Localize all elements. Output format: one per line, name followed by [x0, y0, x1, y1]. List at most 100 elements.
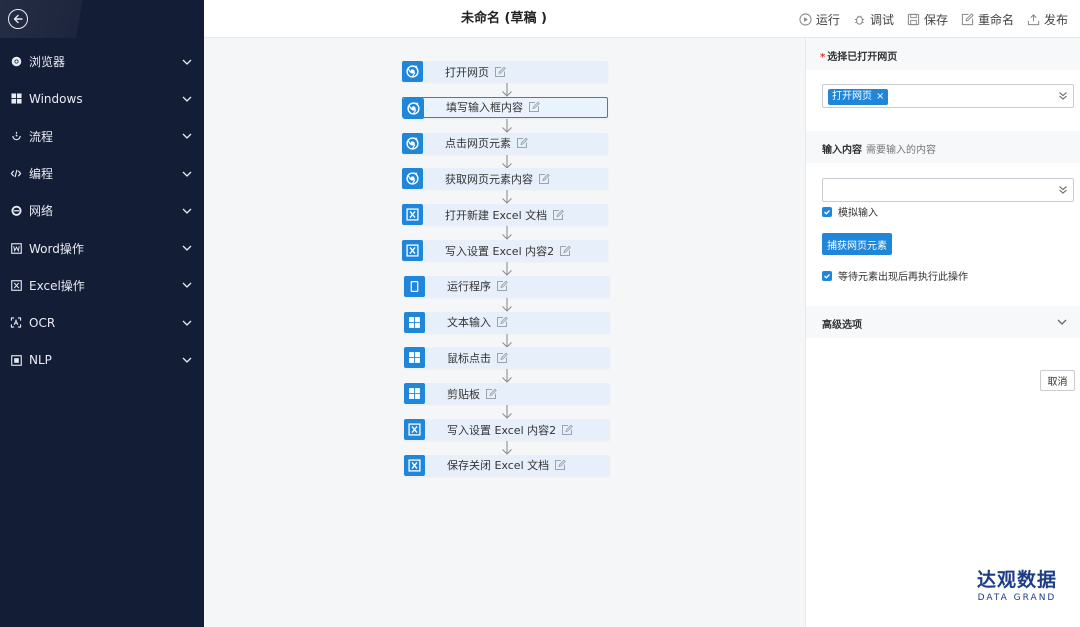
- flow-node[interactable]: 文本输入: [404, 311, 610, 333]
- flow-node[interactable]: 写入设置 Excel 内容2: [402, 240, 608, 261]
- sidebar-item-label: 浏览器: [29, 55, 66, 70]
- chrome-icon: [10, 56, 22, 68]
- flow-node[interactable]: 获取网页元素内容: [402, 168, 608, 190]
- excel-icon: [404, 454, 425, 476]
- sidebar-item-label: 编程: [29, 167, 54, 182]
- simulate-input-label: 模拟输入: [838, 208, 878, 219]
- publish-label: 发布: [1043, 12, 1068, 27]
- chrome-icon: [402, 132, 423, 154]
- edit-node-icon[interactable]: [496, 280, 508, 292]
- edit-node-icon[interactable]: [496, 316, 508, 328]
- ie-icon: [10, 205, 22, 217]
- required-mark: *: [820, 52, 826, 63]
- debug-button[interactable]: 调试: [853, 11, 894, 28]
- check-icon: [824, 209, 830, 215]
- edit-node-icon[interactable]: [538, 173, 550, 185]
- edit-node-icon[interactable]: [528, 101, 540, 113]
- play-icon: [799, 12, 812, 26]
- program-icon: [404, 275, 425, 297]
- windows-icon: [404, 347, 425, 369]
- chevron-down-icon: [182, 357, 192, 363]
- flow-node[interactable]: 鼠标点击: [404, 347, 610, 369]
- double-chevron-down-icon: [1059, 186, 1067, 194]
- input-content-label-text: 输入内容: [822, 145, 862, 156]
- sidebar-item-browser[interactable]: 浏览器: [0, 43, 204, 80]
- rename-button[interactable]: 重命名: [961, 11, 1014, 28]
- flow-node-label: 点击网页元素: [445, 137, 511, 151]
- flow-icon: [10, 130, 22, 142]
- advanced-options-toggle[interactable]: 高级选项: [806, 306, 1080, 338]
- flow-node[interactable]: 保存关闭 Excel 文档: [404, 454, 610, 476]
- edit-node-icon[interactable]: [516, 137, 528, 149]
- edit-node-icon[interactable]: [496, 352, 508, 364]
- sidebar-item-flow[interactable]: 流程: [0, 118, 204, 155]
- flow-node-label: 打开网页: [445, 65, 489, 79]
- wait-element-row: 等待元素出现后再执行此操作: [822, 268, 968, 283]
- tag-close-icon[interactable]: ×: [876, 89, 884, 105]
- properties-panel: * 选择已打开网页 打开网页 × 输入内容 需要输入的内容 模拟输入 捕获网页元素 …: [805, 38, 1080, 627]
- sidebar: 浏览器 Windows 流程 编程 网络 Word操作 Excel操作 OCR …: [0, 0, 204, 627]
- simulate-input-checkbox[interactable]: [822, 206, 832, 217]
- flow-canvas[interactable]: 打开网页填写输入框内容 点击网页元素获取网页元素内容 打开新建 Excel 文档 写入…: [204, 38, 804, 627]
- sidebar-item-code[interactable]: 编程: [0, 155, 204, 192]
- wait-element-checkbox[interactable]: [822, 270, 832, 281]
- sidebar-item-excel[interactable]: Excel操作: [0, 267, 204, 304]
- edit-node-icon[interactable]: [485, 388, 497, 400]
- select-page-label: * 选择已打开网页: [820, 48, 897, 63]
- page-select[interactable]: 打开网页 ×: [822, 84, 1074, 108]
- sidebar-item-network[interactable]: 网络: [0, 192, 204, 229]
- selected-page-tag: 打开网页 ×: [828, 89, 889, 105]
- edit-node-icon[interactable]: [552, 209, 564, 221]
- flow-arrow-down-icon: [500, 333, 514, 349]
- chevron-down-icon: [1057, 319, 1067, 325]
- brand-name: 达观数据: [976, 569, 1057, 591]
- flow-node[interactable]: 填写输入框内容: [402, 96, 608, 119]
- wait-element-label: 等待元素出现后再执行此操作: [838, 272, 968, 283]
- sidebar-item-windows[interactable]: Windows: [0, 80, 204, 117]
- sidebar-item-nlp[interactable]: NLP: [0, 341, 204, 378]
- edit-node-icon[interactable]: [559, 245, 571, 257]
- header: 未命名 (草稿 ) 运行 调试 保存 重命名 发布: [204, 0, 1080, 38]
- input-hint: 需要输入的内容: [866, 145, 936, 156]
- sidebar-item-label: Windows: [29, 91, 83, 106]
- sidebar-item-word[interactable]: Word操作: [0, 229, 204, 266]
- input-content-select[interactable]: [822, 178, 1074, 202]
- flow-node[interactable]: 写入设置 Excel 内容2: [404, 419, 610, 440]
- flow-arrow-down-icon: [500, 83, 514, 98]
- flow-arrow-down-icon: [500, 262, 514, 277]
- sidebar-item-ocr[interactable]: OCR: [0, 304, 204, 341]
- sidebar-item-label: 流程: [29, 129, 54, 144]
- flow-arrow-down-icon: [500, 154, 514, 170]
- upload-icon: [1027, 13, 1040, 25]
- chrome-icon: [402, 168, 423, 190]
- chevron-down-icon: [182, 59, 192, 65]
- flow-node[interactable]: 点击网页元素: [402, 132, 608, 154]
- edit-node-icon[interactable]: [494, 66, 506, 78]
- cancel-button[interactable]: 取消: [1040, 370, 1075, 391]
- sidebar-item-label: Word操作: [29, 241, 84, 256]
- save-button[interactable]: 保存: [907, 11, 948, 28]
- run-button[interactable]: 运行: [799, 11, 840, 28]
- flow-node-label: 填写输入框内容: [446, 101, 523, 115]
- chevron-down-icon: [182, 171, 192, 177]
- chevron-down-icon: [182, 320, 192, 326]
- save-icon: [907, 13, 920, 25]
- capture-element-button[interactable]: 捕获网页元素: [822, 233, 892, 255]
- sidebar-item-label: NLP: [29, 353, 52, 368]
- chrome-icon: [403, 97, 424, 119]
- flow-node[interactable]: 打开网页: [402, 61, 608, 82]
- chevron-down-icon: [182, 96, 192, 102]
- flow-node[interactable]: 剪贴板: [404, 383, 610, 405]
- publish-button[interactable]: 发布: [1027, 11, 1068, 28]
- excel-icon: [404, 419, 425, 440]
- back-button[interactable]: [8, 9, 28, 29]
- edit-node-icon[interactable]: [561, 424, 573, 436]
- flow-node[interactable]: 打开新建 Excel 文档: [402, 204, 608, 226]
- save-label: 保存: [923, 12, 948, 27]
- flow-node[interactable]: 运行程序: [404, 275, 610, 297]
- flow-arrow-down-icon: [500, 190, 514, 205]
- edit-node-icon[interactable]: [554, 459, 566, 471]
- flow-arrow-down-icon: [500, 405, 514, 420]
- code-icon: [10, 168, 22, 180]
- run-label: 运行: [815, 12, 840, 27]
